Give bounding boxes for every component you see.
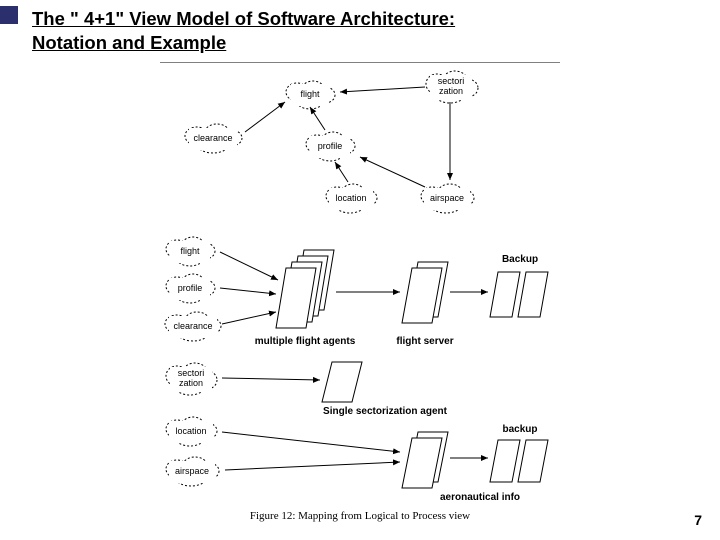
label-flight-server: flight server	[396, 336, 453, 347]
corner-decor	[0, 6, 18, 24]
svg-text:flight: flight	[300, 89, 320, 99]
svg-text:zation: zation	[179, 378, 203, 388]
svg-text:clearance: clearance	[173, 321, 212, 331]
edge-flight-agents	[220, 252, 278, 280]
edge-airspace-aero	[225, 462, 400, 470]
label-backup-top: Backup	[502, 254, 538, 265]
node-sectorization-top: sectori zation	[426, 71, 478, 103]
diagram-svg: flight sectori zation clea	[150, 62, 570, 502]
node-clearance-left: clearance	[165, 312, 221, 341]
title-line-1: The " 4+1" View Model of Software Archit…	[32, 8, 455, 29]
node-airspace-left: airspace	[166, 457, 219, 486]
label-backup-bottom: backup	[502, 424, 537, 435]
slide-title: The " 4+1" View Model of Software Archit…	[32, 7, 455, 55]
page-number: 7	[694, 512, 702, 528]
label-aero-info-server-1: aeronautical info	[440, 492, 520, 502]
svg-text:airspace: airspace	[175, 466, 209, 476]
flight-server	[402, 262, 448, 323]
edge-profile-agents	[220, 288, 276, 294]
label-multiple-flight-agents: multiple flight agents	[255, 336, 356, 347]
node-clearance-top: clearance	[185, 124, 242, 153]
node-flight-left: flight	[166, 237, 215, 266]
svg-text:zation: zation	[439, 86, 463, 96]
backup-bottom	[490, 440, 548, 482]
svg-text:sectori: sectori	[438, 76, 465, 86]
edge-clearance-agents	[222, 312, 276, 324]
backup-top	[490, 272, 548, 317]
title-line-2: Notation and Example	[32, 32, 226, 53]
edge-location-aero	[222, 432, 400, 452]
edge-clearance-flight	[245, 102, 285, 132]
edge-location-profile	[335, 162, 348, 182]
edge-sector-agent	[222, 378, 320, 380]
svg-text:profile: profile	[318, 141, 343, 151]
node-sectorization-left: sectori zation	[166, 363, 217, 395]
svg-text:clearance: clearance	[193, 133, 232, 143]
single-sectorization-agent	[322, 362, 362, 402]
node-location-top: location	[326, 184, 377, 213]
edge-sectorization-flight	[340, 87, 425, 92]
multiple-flight-agents	[276, 250, 334, 328]
edge-profile-flight	[310, 107, 325, 130]
edge-airspace-profile	[360, 157, 425, 187]
node-flight-top: flight	[286, 81, 335, 109]
svg-text:sectori: sectori	[178, 368, 205, 378]
svg-text:profile: profile	[178, 283, 203, 293]
figure-area: flight sectori zation clea	[150, 62, 570, 522]
node-profile-left: profile	[166, 274, 215, 303]
label-single-sectorization: Single sectorization agent	[323, 406, 448, 417]
figure-caption: Figure 12: Mapping from Logical to Proce…	[150, 510, 570, 522]
svg-text:location: location	[335, 193, 366, 203]
node-location-left: location	[166, 417, 217, 446]
node-airspace-top: airspace	[421, 184, 474, 213]
aeronautical-info-server	[402, 432, 448, 488]
svg-text:location: location	[175, 426, 206, 436]
node-profile-top: profile	[306, 132, 355, 161]
svg-text:airspace: airspace	[430, 193, 464, 203]
svg-text:flight: flight	[180, 246, 200, 256]
